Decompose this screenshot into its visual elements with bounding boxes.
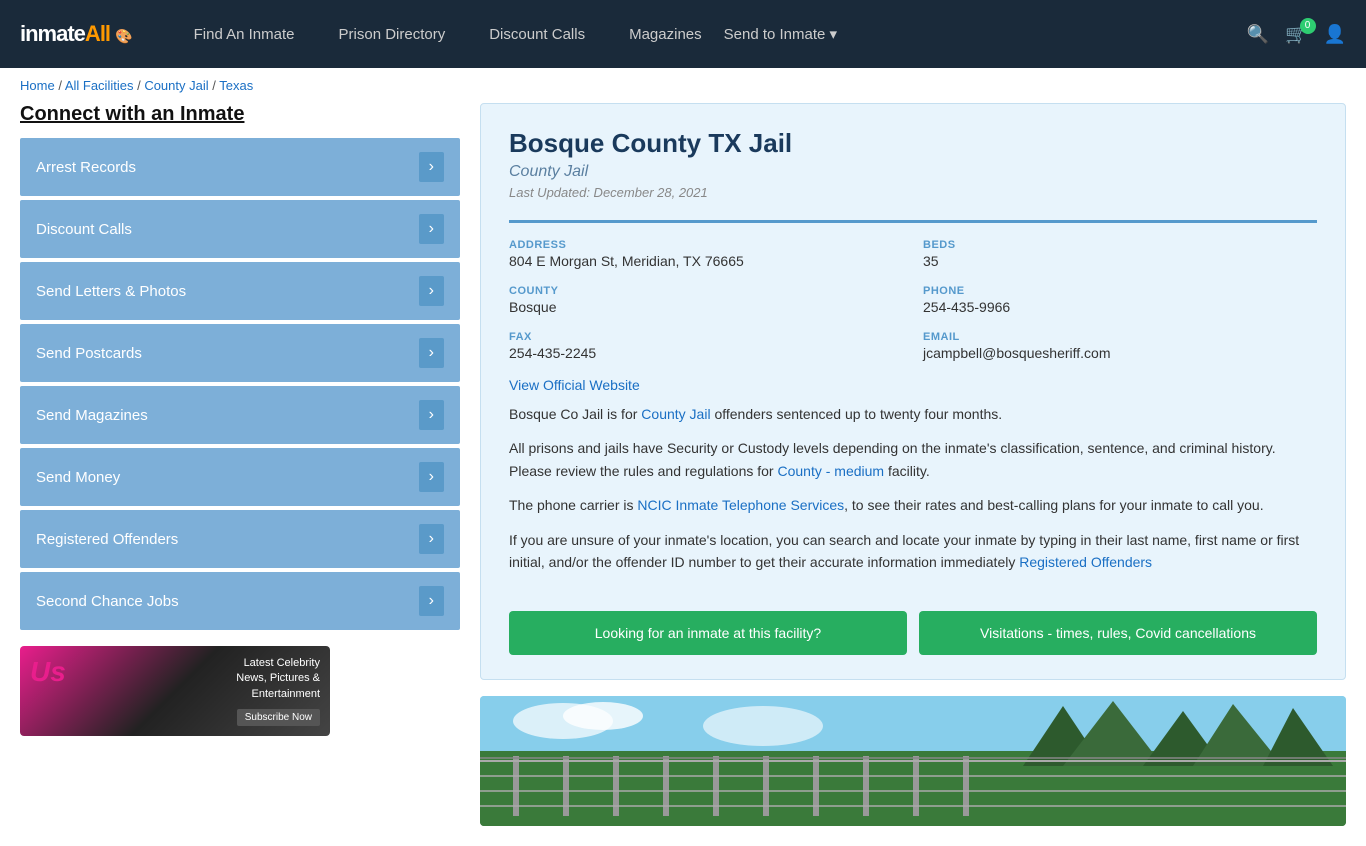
fax-value: 254-435-2245 (509, 345, 903, 361)
main-nav: inmateAll 🎨 Find An Inmate Prison Direct… (0, 0, 1366, 68)
sidebar-item-label: Send Letters & Photos (36, 283, 186, 300)
sidebar-item-second-chance-jobs[interactable]: Second Chance Jobs › (20, 572, 460, 630)
email-block: EMAIL jcampbell@bosquesheriff.com (923, 331, 1317, 361)
county-block: COUNTY Bosque (509, 285, 903, 315)
fax-label: FAX (509, 331, 903, 343)
ncic-link[interactable]: NCIC Inmate Telephone Services (637, 497, 844, 513)
cart-icon[interactable]: 🛒 0 (1285, 24, 1307, 45)
fax-block: FAX 254-435-2245 (509, 331, 903, 361)
breadcrumb: Home / All Facilities / County Jail / Te… (0, 68, 1366, 103)
arrow-icon: › (419, 400, 444, 430)
ad-line1: Latest Celebrity (236, 656, 320, 671)
email-label: EMAIL (923, 331, 1317, 343)
sidebar-item-label: Send Postcards (36, 345, 142, 362)
ad-logo: Us (30, 656, 66, 688)
breadcrumb-all-facilities[interactable]: All Facilities (65, 78, 134, 93)
ad-subscribe-button[interactable]: Subscribe Now (237, 709, 320, 726)
nav-magazines[interactable]: Magazines (607, 26, 724, 43)
sidebar-item-label: Send Magazines (36, 407, 148, 424)
ad-line3: Entertainment (236, 687, 320, 702)
ad-line2: News, Pictures & (236, 671, 320, 686)
sidebar-item-send-postcards[interactable]: Send Postcards › (20, 324, 460, 382)
county-medium-link[interactable]: County - medium (777, 463, 884, 479)
email-value: jcampbell@bosquesheriff.com (923, 345, 1317, 361)
sidebar-title: Connect with an Inmate (20, 103, 460, 126)
county-label: COUNTY (509, 285, 903, 297)
nav-links: Find An Inmate Prison Directory Discount… (172, 25, 1247, 43)
phone-label: PHONE (923, 285, 1317, 297)
visitations-button[interactable]: Visitations - times, rules, Covid cancel… (919, 611, 1317, 655)
sidebar-item-label: Discount Calls (36, 221, 132, 238)
registered-offenders-link[interactable]: Registered Offenders (1019, 554, 1152, 570)
desc-para-4: If you are unsure of your inmate's locat… (509, 529, 1317, 574)
address-block: ADDRESS 804 E Morgan St, Meridian, TX 76… (509, 239, 903, 269)
nav-icons: 🔍 🛒 0 👤 (1247, 24, 1346, 45)
nav-prison-directory[interactable]: Prison Directory (317, 26, 468, 43)
beds-label: BEDS (923, 239, 1317, 251)
facility-subtitle: County Jail (509, 163, 1317, 181)
phone-block: PHONE 254-435-9966 (923, 285, 1317, 315)
send-to-inmate-button[interactable]: Send to Inmate ▾ (724, 25, 837, 43)
arrow-icon: › (419, 338, 444, 368)
arrow-icon: › (419, 214, 444, 244)
cart-badge: 0 (1300, 18, 1316, 34)
arrow-icon: › (419, 586, 444, 616)
facility-details: ADDRESS 804 E Morgan St, Meridian, TX 76… (509, 220, 1317, 361)
logo-text: inmateAll 🎨 (20, 21, 132, 47)
official-website-link[interactable]: View Official Website (509, 377, 640, 393)
sidebar-item-send-money[interactable]: Send Money › (20, 448, 460, 506)
sidebar: Connect with an Inmate Arrest Records › … (20, 103, 460, 826)
nav-discount-calls[interactable]: Discount Calls (467, 26, 607, 43)
sidebar-item-send-letters[interactable]: Send Letters & Photos › (20, 262, 460, 320)
arrow-icon: › (419, 524, 444, 554)
address-label: ADDRESS (509, 239, 903, 251)
sidebar-item-send-magazines[interactable]: Send Magazines › (20, 386, 460, 444)
county-value: Bosque (509, 299, 903, 315)
ad-text: Latest Celebrity News, Pictures & Entert… (236, 656, 320, 702)
sidebar-item-arrest-records[interactable]: Arrest Records › (20, 138, 460, 196)
looking-for-inmate-button[interactable]: Looking for an inmate at this facility? (509, 611, 907, 655)
desc-para-3: The phone carrier is NCIC Inmate Telepho… (509, 494, 1317, 516)
desc-para-2: All prisons and jails have Security or C… (509, 437, 1317, 482)
facility-updated: Last Updated: December 28, 2021 (509, 185, 1317, 200)
sidebar-item-label: Send Money (36, 469, 120, 486)
breadcrumb-home[interactable]: Home (20, 78, 55, 93)
sidebar-item-label: Registered Offenders (36, 531, 178, 548)
address-value: 804 E Morgan St, Meridian, TX 76665 (509, 253, 903, 269)
arrow-icon: › (419, 152, 444, 182)
main-container: Connect with an Inmate Arrest Records › … (0, 103, 1366, 846)
facility-photo-svg (480, 696, 1346, 826)
nav-find-inmate[interactable]: Find An Inmate (172, 26, 317, 43)
arrow-icon: › (419, 462, 444, 492)
facility-title: Bosque County TX Jail (509, 128, 1317, 159)
sidebar-ad[interactable]: Us Latest Celebrity News, Pictures & Ent… (20, 646, 330, 736)
sidebar-item-discount-calls[interactable]: Discount Calls › (20, 200, 460, 258)
sidebar-item-label: Arrest Records (36, 159, 136, 176)
phone-value: 254-435-9966 (923, 299, 1317, 315)
sidebar-item-label: Second Chance Jobs (36, 593, 179, 610)
breadcrumb-state[interactable]: Texas (219, 78, 253, 93)
facility-card: Bosque County TX Jail County Jail Last U… (480, 103, 1346, 680)
desc-para-1: Bosque Co Jail is for County Jail offend… (509, 403, 1317, 425)
beds-block: BEDS 35 (923, 239, 1317, 269)
sidebar-menu: Arrest Records › Discount Calls › Send L… (20, 138, 460, 630)
facility-image (480, 696, 1346, 826)
user-icon[interactable]: 👤 (1324, 24, 1346, 45)
sidebar-item-registered-offenders[interactable]: Registered Offenders › (20, 510, 460, 568)
breadcrumb-county-jail[interactable]: County Jail (144, 78, 208, 93)
arrow-icon: › (419, 276, 444, 306)
facility-buttons: Looking for an inmate at this facility? … (509, 611, 1317, 655)
county-jail-link[interactable]: County Jail (641, 406, 710, 422)
beds-value: 35 (923, 253, 1317, 269)
logo[interactable]: inmateAll 🎨 (20, 21, 132, 47)
search-icon[interactable]: 🔍 (1247, 24, 1269, 45)
facility-content: Bosque County TX Jail County Jail Last U… (480, 103, 1346, 826)
facility-description: Bosque Co Jail is for County Jail offend… (509, 393, 1317, 595)
